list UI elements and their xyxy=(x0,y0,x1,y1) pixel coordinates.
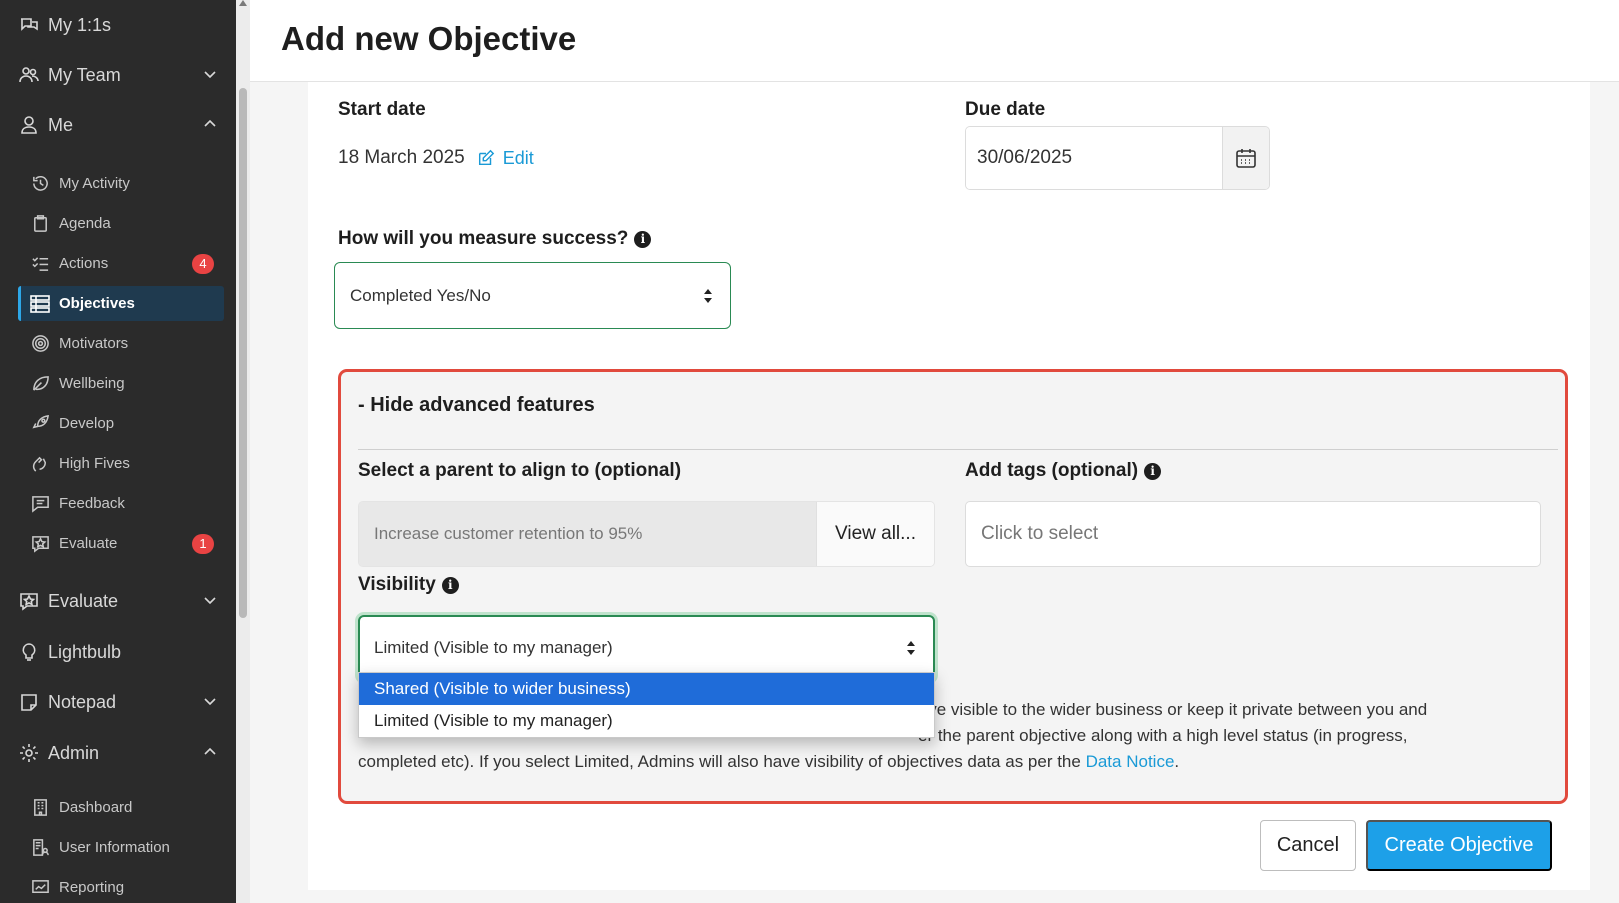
sidebar-item-actions[interactable]: Actions 4 xyxy=(18,246,224,281)
sidebar-item-motivators[interactable]: Motivators xyxy=(18,326,224,361)
gear-icon xyxy=(18,742,40,764)
sidebar-item-me[interactable]: Me xyxy=(18,114,218,136)
sidebar-item-dashboard[interactable]: Dashboard xyxy=(18,790,224,825)
sidebar-item-notepad[interactable]: Notepad xyxy=(18,691,218,713)
sidebar-item-my-team[interactable]: My Team xyxy=(18,64,218,86)
chevron-up-icon[interactable] xyxy=(202,116,218,132)
objectives-icon xyxy=(30,294,50,314)
target-icon xyxy=(30,334,50,354)
visibility-dropdown: Shared (Visible to wider business) Limit… xyxy=(358,672,935,738)
visibility-option-shared[interactable]: Shared (Visible to wider business) xyxy=(359,673,934,705)
cancel-button[interactable]: Cancel xyxy=(1260,820,1356,871)
chevron-down-icon[interactable] xyxy=(202,66,218,82)
chat-bubbles-icon xyxy=(18,14,40,36)
divider xyxy=(358,449,1558,450)
info-icon[interactable]: i xyxy=(1144,462,1162,480)
history-icon xyxy=(30,174,50,194)
measure-success-label: How will you measure success? i xyxy=(338,228,652,250)
sidebar-item-my-1-1s[interactable]: My 1:1s xyxy=(18,14,218,36)
sidebar-item-develop[interactable]: Develop xyxy=(18,406,224,441)
sidebar-scrollbar-thumb[interactable] xyxy=(239,88,247,618)
due-date-label: Due date xyxy=(965,99,1046,120)
sidebar-item-wellbeing[interactable]: Wellbeing xyxy=(18,366,224,401)
user-info-icon xyxy=(30,838,50,858)
sidebar-item-evaluate-sub[interactable]: Evaluate 1 xyxy=(18,526,224,561)
page-header: Add new Objective xyxy=(250,0,1619,82)
checklist-icon xyxy=(30,254,50,274)
start-date-label: Start date xyxy=(338,99,426,120)
clipboard-icon xyxy=(30,214,50,234)
parent-objective-input[interactable]: Increase customer retention to 95% xyxy=(359,502,816,566)
scroll-up-arrow-icon[interactable] xyxy=(239,0,247,6)
parent-align-label: Select a parent to align to (optional) xyxy=(358,460,682,481)
info-icon[interactable]: i xyxy=(441,576,459,594)
reporting-icon xyxy=(30,878,50,898)
parent-objective-field: Increase customer retention to 95% View … xyxy=(358,501,935,567)
create-objective-button[interactable]: Create Objective xyxy=(1366,820,1552,871)
lightbulb-icon xyxy=(18,641,40,663)
chevron-up-icon[interactable] xyxy=(202,744,218,760)
tags-label: Add tags (optional) i xyxy=(965,460,1162,482)
select-arrows-icon xyxy=(704,288,714,303)
calendar-button[interactable] xyxy=(1222,127,1269,189)
advanced-features-panel: - Hide advanced features Select a parent… xyxy=(338,369,1568,804)
tags-input[interactable]: Click to select xyxy=(965,501,1541,567)
evaluate-star-icon xyxy=(18,590,40,612)
sidebar-item-feedback[interactable]: Feedback xyxy=(18,486,224,521)
chevron-down-icon[interactable] xyxy=(202,592,218,608)
view-all-button[interactable]: View all... xyxy=(816,502,934,566)
feedback-icon xyxy=(30,494,50,514)
edit-start-date-link[interactable]: Edit xyxy=(477,148,534,169)
sidebar-item-objectives[interactable]: Objectives xyxy=(18,286,224,321)
sidebar-item-reporting[interactable]: Reporting xyxy=(18,870,224,903)
sidebar-item-user-information[interactable]: User Information xyxy=(18,830,224,865)
hide-advanced-features-toggle[interactable]: - Hide advanced features xyxy=(358,394,595,417)
objective-form-card: Start date 18 March 2025 Edit Due date H… xyxy=(308,82,1590,890)
rocket-icon xyxy=(30,414,50,434)
sidebar-item-agenda[interactable]: Agenda xyxy=(18,206,224,241)
leaf-icon xyxy=(30,374,50,394)
visibility-option-limited[interactable]: Limited (Visible to my manager) xyxy=(359,705,934,737)
building-icon xyxy=(30,798,50,818)
actions-count-badge: 4 xyxy=(192,253,214,274)
due-date-input[interactable] xyxy=(966,127,1222,189)
sidebar-item-high-fives[interactable]: High Fives xyxy=(18,446,224,481)
page-title: Add new Objective xyxy=(281,20,577,57)
info-icon[interactable]: i xyxy=(634,230,652,248)
data-notice-link[interactable]: Data Notice xyxy=(1086,752,1175,771)
team-icon xyxy=(18,64,40,86)
calendar-icon xyxy=(1236,149,1256,168)
evaluate-count-badge: 1 xyxy=(192,533,214,554)
sidebar-item-evaluate[interactable]: Evaluate xyxy=(18,590,218,612)
visibility-label: Visibility i xyxy=(358,574,459,596)
due-date-field xyxy=(965,126,1270,190)
sidebar-item-my-activity[interactable]: My Activity xyxy=(18,166,224,201)
sidebar-item-admin[interactable]: Admin xyxy=(18,742,218,764)
sidebar-item-lightbulb[interactable]: Lightbulb xyxy=(18,641,218,663)
start-date-value: 18 March 2025 Edit xyxy=(338,147,534,169)
measure-success-select[interactable]: Completed Yes/No xyxy=(334,262,731,329)
evaluate-star-icon xyxy=(30,534,50,554)
sidebar: My 1:1s My Team Me My Activity Agenda Ac… xyxy=(0,0,236,903)
user-icon xyxy=(18,114,40,136)
chevron-down-icon[interactable] xyxy=(202,693,218,709)
high-five-icon xyxy=(30,454,50,474)
notepad-icon xyxy=(18,691,40,713)
edit-icon xyxy=(478,149,494,166)
select-arrows-icon xyxy=(907,641,917,655)
